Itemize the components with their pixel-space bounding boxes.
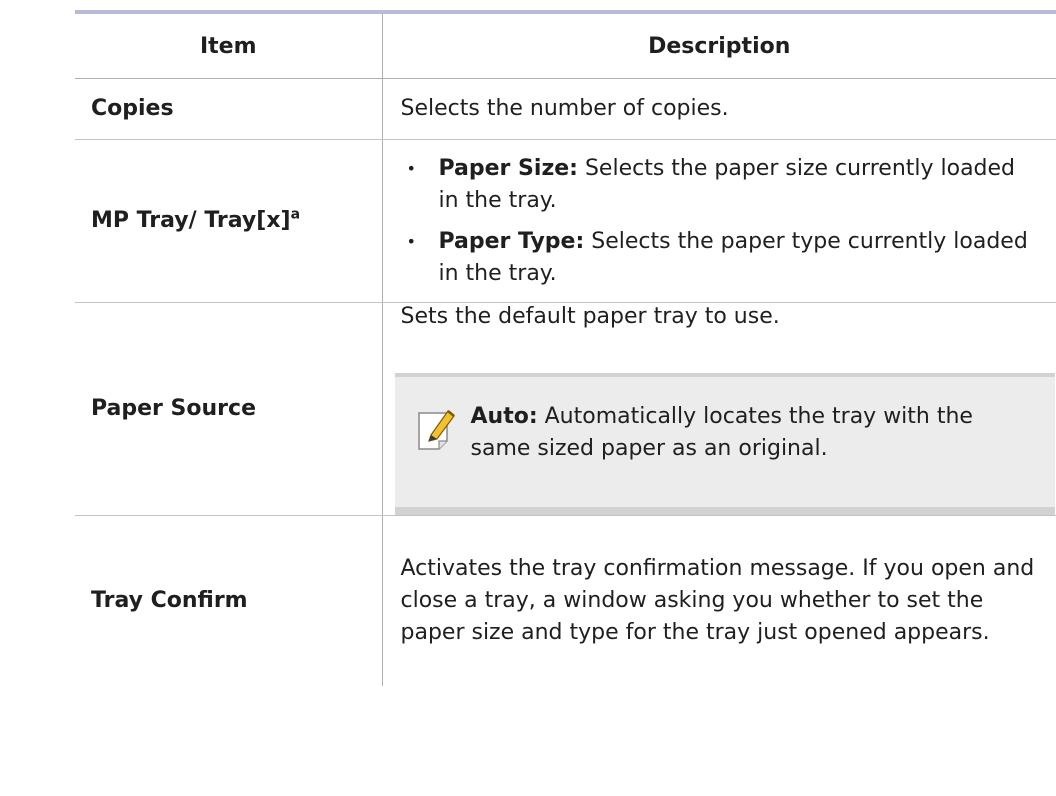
desc-tray-confirm: Activates the tray confirmation message.…	[400, 556, 1035, 645]
note-pencil-icon	[417, 410, 455, 450]
item-tray-confirm: Tray Confirm	[75, 515, 383, 686]
item-tray-label: MP Tray/ Tray[x]	[91, 208, 291, 233]
table-row: MP Tray/ Tray[x]a Paper Size: Selects th…	[75, 139, 1056, 303]
list-item: Paper Type: Selects the paper type curre…	[401, 226, 1043, 290]
paper-source-text: Sets the default paper tray to use.	[400, 304, 780, 329]
settings-table: Item Description Copies Selects the numb…	[75, 14, 1056, 686]
table-header-row: Item Description	[75, 14, 1056, 79]
desc-paper-source: Sets the default paper tray to use. Auto…	[382, 302, 1056, 516]
table-row: Paper Source Sets the default paper tray…	[75, 302, 1056, 516]
note-body: Automatically locates the tray with the …	[470, 404, 973, 461]
header-description: Description	[382, 14, 1056, 79]
table-row: Tray Confirm Activates the tray confirma…	[75, 515, 1056, 686]
page: Item Description Copies Selects the numb…	[0, 0, 1056, 796]
table-row: Copies Selects the number of copies.	[75, 78, 1056, 140]
desc-tray: Paper Size: Selects the paper size curre…	[382, 139, 1056, 303]
list-item: Paper Size: Selects the paper size curre…	[401, 153, 1043, 217]
item-paper-source: Paper Source	[75, 302, 383, 516]
item-tray: MP Tray/ Tray[x]a	[75, 139, 383, 303]
bullet-label: Paper Type:	[438, 228, 585, 254]
bullet-label: Paper Size:	[438, 155, 578, 181]
note-text: Auto: Automatically locates the tray wit…	[471, 401, 1031, 465]
note-box: Auto: Automatically locates the tray wit…	[394, 373, 1055, 515]
item-copies: Copies	[75, 78, 383, 140]
header-item: Item	[75, 14, 383, 79]
note-label: Auto:	[470, 404, 538, 429]
footnote-marker: a	[290, 206, 301, 223]
tray-bullet-list: Paper Size: Selects the paper size curre…	[401, 153, 1043, 290]
desc-copies: Selects the number of copies.	[382, 78, 1056, 140]
